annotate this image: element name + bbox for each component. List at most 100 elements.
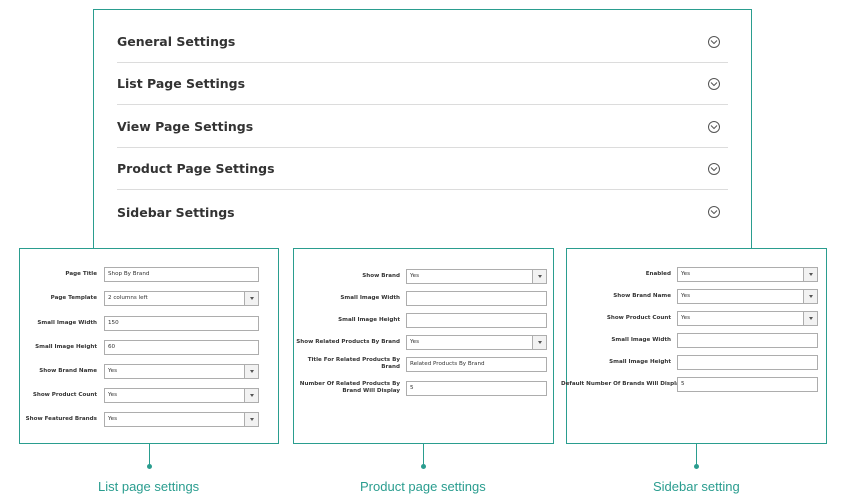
show-related-products-select[interactable]: Yes <box>406 334 547 350</box>
field-label: Page Title <box>65 270 97 277</box>
field-row: Show Brand Name Yes <box>20 363 278 379</box>
settings-accordion: General Settings List Page Settings View… <box>93 9 752 259</box>
field-row: Small Image Width <box>567 332 826 348</box>
field-label: Page Template <box>50 294 97 301</box>
triangle-down-icon[interactable] <box>244 291 258 305</box>
show-brand-name-select[interactable]: Yes <box>104 363 259 379</box>
field-row: Page Title Shop By Brand <box>20 266 278 282</box>
field-value: Yes <box>681 293 691 299</box>
section-general-settings[interactable]: General Settings <box>117 21 728 63</box>
show-product-count-select[interactable]: Yes <box>677 310 818 326</box>
sidebar-settings-panel: Enabled Yes Show Brand Name Yes Show Pro… <box>561 248 827 444</box>
page-template-select[interactable]: 2 columns left <box>104 290 259 306</box>
triangle-down-icon[interactable] <box>532 269 546 283</box>
chevron-down-circle-icon[interactable] <box>708 120 720 133</box>
small-image-height-input[interactable] <box>406 312 547 328</box>
field-value: 60 <box>108 344 116 350</box>
field-label: Show Product Count <box>32 391 97 398</box>
triangle-down-icon[interactable] <box>244 388 258 402</box>
field-row: Small Image Height <box>294 312 553 328</box>
small-image-height-input[interactable]: 60 <box>104 339 259 355</box>
related-products-title-input[interactable]: Related Products By Brand <box>406 356 547 372</box>
field-value: 5 <box>410 385 414 391</box>
enabled-select[interactable]: Yes <box>677 266 818 282</box>
product-page-caption: Product page settings <box>360 479 486 494</box>
field-row: Number Of Related Products By Brand Will… <box>294 380 553 396</box>
section-title: Sidebar Settings <box>117 204 235 220</box>
show-featured-brands-select[interactable]: Yes <box>104 411 259 427</box>
field-label: Show Brand Name <box>613 292 671 299</box>
field-label: Small Image Height <box>338 316 400 323</box>
section-sidebar-settings[interactable]: Sidebar Settings <box>117 191 728 233</box>
field-row: Show Related Products By Brand Yes <box>294 334 553 350</box>
small-image-width-input[interactable]: 150 <box>104 315 259 331</box>
field-label: Default Number Of Brands Will Display <box>561 380 684 387</box>
field-row: Enabled Yes <box>567 266 826 282</box>
field-value: 5 <box>681 381 685 387</box>
field-row: Page Template 2 columns left <box>20 290 278 306</box>
connector-dot <box>147 464 152 469</box>
field-row: Show Featured Brands Yes <box>20 411 278 427</box>
related-products-count-input[interactable]: 5 <box>406 380 547 396</box>
field-row: Small Image Width <box>294 290 553 306</box>
field-value: Yes <box>108 416 118 422</box>
field-label: Show Brand <box>362 272 400 279</box>
chevron-down-circle-icon[interactable] <box>708 162 720 175</box>
triangle-down-icon[interactable] <box>803 311 817 325</box>
default-brands-count-input[interactable]: 5 <box>677 376 818 392</box>
field-value: Yes <box>108 392 118 398</box>
field-label: Small Image Width <box>611 336 671 343</box>
field-label: Small Image Height <box>35 343 97 350</box>
field-value: Yes <box>410 339 420 345</box>
chevron-down-circle-icon[interactable] <box>708 35 720 48</box>
section-view-page-settings[interactable]: View Page Settings <box>117 106 728 148</box>
small-image-width-input[interactable] <box>677 332 818 348</box>
field-label: Number Of Related Products By Brand Will… <box>299 381 400 394</box>
section-title: General Settings <box>117 34 236 49</box>
field-label: Show Related Products By Brand <box>296 338 400 345</box>
triangle-down-icon[interactable] <box>803 289 817 303</box>
field-label: Show Featured Brands <box>25 415 97 422</box>
field-row: Show Brand Yes <box>294 268 553 284</box>
field-row: Small Image Width 150 <box>20 315 278 331</box>
field-row: Show Product Count Yes <box>567 310 826 326</box>
show-product-count-select[interactable]: Yes <box>104 387 259 403</box>
field-row: Show Product Count Yes <box>20 387 278 403</box>
show-brand-name-select[interactable]: Yes <box>677 288 818 304</box>
page-title-input[interactable]: Shop By Brand <box>104 266 259 282</box>
connector-dot <box>421 464 426 469</box>
section-title: View Page Settings <box>117 119 254 134</box>
field-label: Title For Related Products By Brand <box>307 357 400 370</box>
small-image-width-input[interactable] <box>406 290 547 306</box>
product-page-settings-panel: Show Brand Yes Small Image Width Small I… <box>293 248 554 444</box>
field-value: Related Products By Brand <box>410 361 485 367</box>
field-label: Show Brand Name <box>39 367 97 374</box>
field-row: Show Brand Name Yes <box>567 288 826 304</box>
field-value: Yes <box>681 315 691 321</box>
section-product-page-settings[interactable]: Product Page Settings <box>117 148 728 190</box>
field-value: Shop By Brand <box>108 271 150 277</box>
chevron-down-circle-icon[interactable] <box>708 206 720 218</box>
show-brand-select[interactable]: Yes <box>406 268 547 284</box>
field-row: Small Image Height <box>567 354 826 370</box>
field-value: Yes <box>108 368 118 374</box>
small-image-height-input[interactable] <box>677 354 818 370</box>
triangle-down-icon[interactable] <box>244 364 258 378</box>
list-page-settings-panel: Page Title Shop By Brand Page Template 2… <box>19 248 279 444</box>
field-row: Title For Related Products By Brand Rela… <box>294 356 553 372</box>
field-value: 2 columns left <box>108 295 148 301</box>
triangle-down-icon[interactable] <box>803 267 817 281</box>
triangle-down-icon[interactable] <box>244 412 258 426</box>
connector-dot <box>694 464 699 469</box>
field-row: Small Image Height 60 <box>20 339 278 355</box>
field-label: Enabled <box>645 270 671 277</box>
field-label: Small Image Height <box>609 358 671 365</box>
section-list-page-settings[interactable]: List Page Settings <box>117 63 728 105</box>
triangle-down-icon[interactable] <box>532 335 546 349</box>
chevron-down-circle-icon[interactable] <box>708 77 720 90</box>
connector-line <box>423 444 424 466</box>
list-page-caption: List page settings <box>98 479 200 494</box>
field-label: Show Product Count <box>606 314 671 321</box>
field-value: Yes <box>681 271 691 277</box>
sidebar-caption: Sidebar setting <box>653 479 740 494</box>
